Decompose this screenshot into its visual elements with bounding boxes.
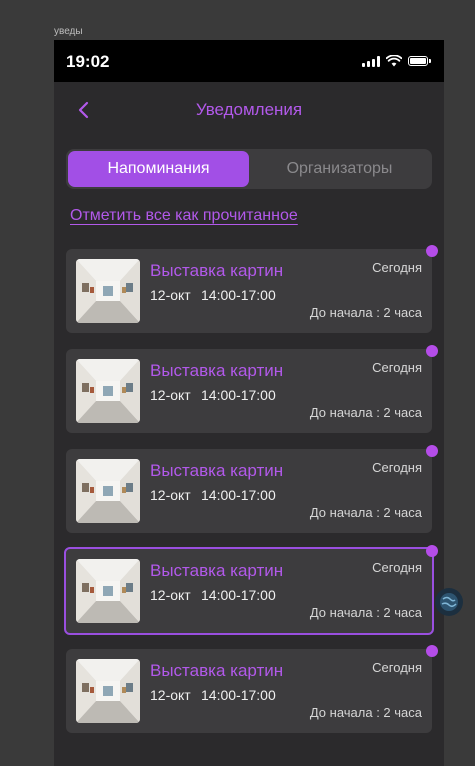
phone-screen: 19:02 Уведомления Напоминания Организато… (54, 40, 444, 766)
event-date: 12-окт (150, 687, 191, 703)
event-thumbnail (76, 259, 140, 323)
battery-icon (408, 56, 431, 66)
status-icons (362, 55, 431, 67)
unread-dot-icon (426, 245, 438, 257)
event-day: Сегодня (372, 660, 422, 675)
notification-card[interactable]: Выставка картин 12-окт 14:00-17:00 Сегод… (66, 645, 438, 733)
event-thumbnail (76, 359, 140, 423)
tab-organizers[interactable]: Организаторы (249, 151, 430, 187)
assistant-bubble-icon[interactable] (435, 588, 463, 616)
event-date: 12-окт (150, 487, 191, 503)
mark-all-read-link[interactable]: Отметить все как прочитанное (70, 207, 298, 225)
notification-card[interactable]: Выставка картин 12-окт 14:00-17:00 Сегод… (66, 345, 438, 433)
event-date: 12-окт (150, 287, 191, 303)
notification-card[interactable]: Выставка картин 12-окт 14:00-17:00 Сегод… (64, 545, 438, 635)
event-time: 14:00-17:00 (201, 587, 276, 603)
event-title: Выставка картин (150, 261, 284, 280)
unread-dot-icon (426, 445, 438, 457)
status-time: 19:02 (66, 52, 110, 71)
event-thumbnail (76, 659, 140, 723)
event-title: Выставка картин (150, 461, 284, 480)
event-time: 14:00-17:00 (201, 387, 276, 403)
signal-icon (362, 55, 380, 67)
frame-label: уведы (54, 26, 83, 37)
unread-dot-icon (426, 645, 438, 657)
unread-dot-icon (426, 345, 438, 357)
tab-bar: Напоминания Организаторы (66, 149, 432, 189)
event-day: Сегодня (372, 260, 422, 275)
time-until-start: До начала : 2 часа (309, 305, 422, 320)
event-time: 14:00-17:00 (201, 287, 276, 303)
event-time: 14:00-17:00 (201, 487, 276, 503)
time-until-start: До начала : 2 часа (309, 605, 422, 620)
page-title: Уведомления (195, 100, 303, 119)
event-day: Сегодня (372, 360, 422, 375)
tab-reminders[interactable]: Напоминания (68, 151, 249, 187)
globe-icon (440, 593, 458, 611)
event-thumbnail (76, 459, 140, 523)
status-bar: 19:02 (54, 40, 444, 82)
event-time: 14:00-17:00 (201, 687, 276, 703)
event-day: Сегодня (372, 460, 422, 475)
header: Уведомления (54, 82, 444, 138)
notification-card[interactable]: Выставка картин 12-окт 14:00-17:00 Сегод… (66, 445, 438, 533)
time-until-start: До начала : 2 часа (309, 705, 422, 720)
event-title: Выставка картин (150, 361, 284, 380)
event-date: 12-окт (150, 387, 191, 403)
event-day: Сегодня (372, 560, 422, 575)
time-until-start: До начала : 2 часа (309, 505, 422, 520)
wifi-icon (386, 55, 402, 67)
notification-card[interactable]: Выставка картин 12-окт 14:00-17:00 Сегод… (66, 245, 438, 333)
event-thumbnail (76, 559, 140, 623)
time-until-start: До начала : 2 часа (309, 405, 422, 420)
unread-dot-icon (426, 545, 438, 557)
event-date: 12-окт (150, 587, 191, 603)
event-title: Выставка картин (150, 661, 284, 680)
event-title: Выставка картин (150, 561, 284, 580)
